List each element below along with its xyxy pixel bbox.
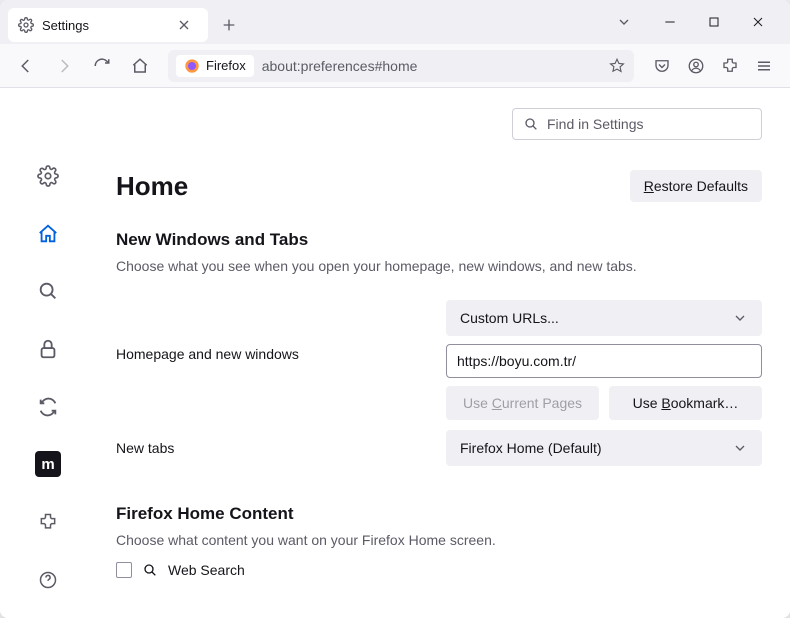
sidebar-item-more[interactable]: m: [30, 446, 66, 482]
chevron-down-icon: [732, 440, 748, 456]
chevron-down-icon: [732, 310, 748, 326]
url-text: about:preferences#home: [262, 58, 418, 74]
tab-title: Settings: [42, 18, 89, 33]
sidebar-item-sync[interactable]: [30, 389, 66, 425]
use-current-pages-button[interactable]: Use Current Pages: [446, 386, 599, 420]
navigation-toolbar: Firefox about:preferences#home: [0, 44, 790, 88]
settings-main: Find in Settings Home Restore Defaults N…: [96, 88, 790, 618]
tabs-dropdown-button[interactable]: [610, 10, 638, 34]
identity-label: Firefox: [206, 58, 246, 73]
search-icon: [523, 116, 539, 132]
tab-close-button[interactable]: [170, 15, 198, 35]
sidebar-item-privacy[interactable]: [30, 331, 66, 367]
restore-defaults-button[interactable]: Restore Defaults: [630, 170, 762, 202]
minimize-button[interactable]: [658, 10, 682, 34]
search-icon: [142, 562, 158, 578]
maximize-button[interactable]: [702, 10, 726, 34]
gear-icon: [18, 17, 34, 33]
window-controls: [658, 10, 782, 34]
sidebar-item-search[interactable]: [30, 273, 66, 309]
close-window-button[interactable]: [746, 10, 770, 34]
websearch-checkbox[interactable]: [116, 562, 132, 578]
page-title: Home: [116, 171, 188, 202]
identity-box[interactable]: Firefox: [176, 55, 254, 77]
sidebar-item-home[interactable]: [30, 216, 66, 252]
sidebar-item-extensions[interactable]: [30, 504, 66, 540]
section-sub-newwin: Choose what you see when you open your h…: [116, 258, 762, 274]
sidebar-item-general[interactable]: [30, 158, 66, 194]
settings-search-input[interactable]: Find in Settings: [512, 108, 762, 140]
homepage-url-input[interactable]: [446, 344, 762, 378]
extensions-button[interactable]: [714, 50, 746, 82]
homepage-label: Homepage and new windows: [116, 300, 436, 362]
search-placeholder: Find in Settings: [547, 116, 644, 132]
back-button[interactable]: [10, 50, 42, 82]
account-button[interactable]: [680, 50, 712, 82]
newtabs-select-value: Firefox Home (Default): [460, 440, 602, 456]
new-tab-button[interactable]: [214, 10, 244, 40]
settings-sidebar: m: [0, 88, 96, 618]
app-menu-button[interactable]: [748, 50, 780, 82]
url-bar[interactable]: Firefox about:preferences#home: [168, 50, 634, 82]
home-nav-button[interactable]: [124, 50, 156, 82]
homepage-mode-select[interactable]: Custom URLs...: [446, 300, 762, 336]
forward-button[interactable]: [48, 50, 80, 82]
newtabs-label: New tabs: [116, 430, 436, 456]
reload-button[interactable]: [86, 50, 118, 82]
newtabs-select[interactable]: Firefox Home (Default): [446, 430, 762, 466]
section-sub-fxhome: Choose what content you want on your Fir…: [116, 532, 762, 548]
sidebar-item-help[interactable]: [30, 562, 66, 598]
bookmark-star-button[interactable]: [608, 57, 626, 75]
tab-settings[interactable]: Settings: [8, 8, 208, 42]
section-heading-newwin: New Windows and Tabs: [116, 230, 762, 250]
homepage-select-value: Custom URLs...: [460, 310, 559, 326]
tab-strip: Settings: [0, 0, 790, 44]
use-bookmark-button[interactable]: Use Bookmark…: [609, 386, 762, 420]
websearch-label: Web Search: [168, 562, 245, 578]
m-icon: m: [35, 451, 61, 477]
section-heading-fxhome: Firefox Home Content: [116, 504, 762, 524]
pocket-button[interactable]: [646, 50, 678, 82]
